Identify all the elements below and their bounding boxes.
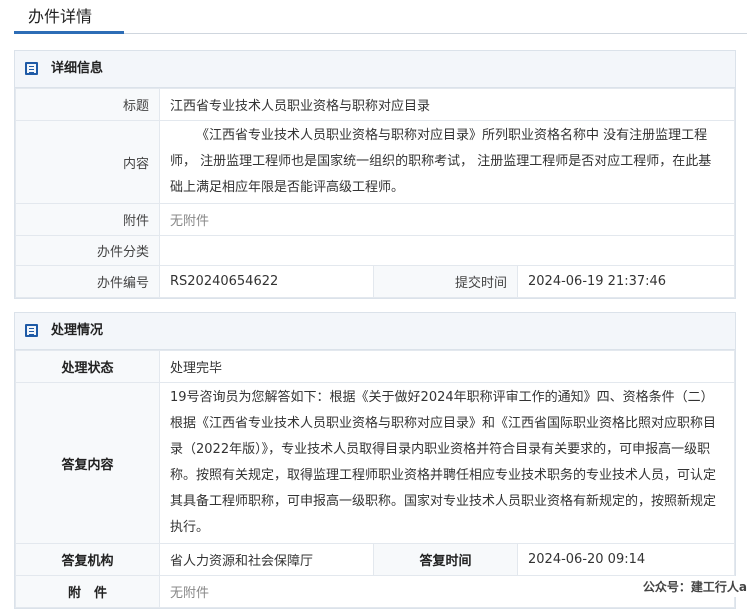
attachment-value: 无附件	[160, 204, 735, 236]
handling-panel-title: 处理情况	[51, 313, 103, 349]
handling-attachment-label: 附 件	[16, 576, 160, 608]
detail-table: 标题 江西省专业技术人员职业资格与职称对应目录 内容 《江西省专业技术人员职业资…	[15, 88, 735, 298]
tab-detail[interactable]: 办件详情	[14, 0, 124, 34]
number-label: 办件编号	[16, 266, 160, 298]
status-label: 处理状态	[16, 351, 160, 383]
document-icon	[25, 62, 38, 75]
handling-table: 处理状态 处理完毕 答复内容 19号咨询员为您解答如下：根据《关于做好2024年…	[15, 350, 735, 608]
detail-panel: 详细信息 标题 江西省专业技术人员职业资格与职称对应目录 内容 《江西省专业技术…	[14, 50, 736, 299]
title-label: 标题	[16, 89, 160, 121]
tab-bar: 办件详情	[14, 0, 747, 34]
content-value: 《江西省专业技术人员职业资格与职称对应目录》所列职业资格名称中 没有注册监理工程…	[160, 121, 735, 204]
detail-panel-title: 详细信息	[51, 51, 103, 87]
attachment-label: 附件	[16, 204, 160, 236]
org-value: 省人力资源和社会保障厅	[160, 544, 374, 576]
detail-panel-header: 详细信息	[15, 51, 735, 88]
org-label: 答复机构	[16, 544, 160, 576]
submit-time-value: 2024-06-19 21:37:46	[518, 266, 735, 298]
content-label: 内容	[16, 121, 160, 204]
submit-time-label: 提交时间	[374, 266, 518, 298]
reply-time-label: 答复时间	[374, 544, 518, 576]
reply-value: 19号咨询员为您解答如下：根据《关于做好2024年职称评审工作的通知》四、资格条…	[160, 383, 735, 544]
title-value: 江西省专业技术人员职业资格与职称对应目录	[160, 89, 735, 121]
status-value: 处理完毕	[160, 351, 735, 383]
handling-panel: 处理情况 处理状态 处理完毕 答复内容 19号咨询员为您解答如下：根据《关于做好…	[14, 312, 736, 609]
category-label: 办件分类	[16, 236, 160, 266]
watermark: 公众号：建工行人a	[635, 576, 747, 597]
reply-time-value: 2024-06-20 09:14	[518, 544, 735, 576]
document-icon	[25, 324, 38, 337]
handling-panel-header: 处理情况	[15, 313, 735, 350]
category-value	[160, 236, 735, 266]
number-value: RS20240654622	[160, 266, 374, 298]
reply-label: 答复内容	[16, 383, 160, 544]
